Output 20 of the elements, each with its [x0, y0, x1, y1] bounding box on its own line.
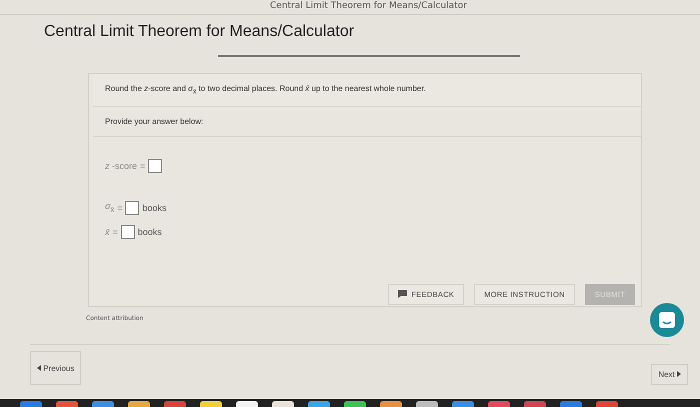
unit-label: books — [142, 202, 166, 213]
breadcrumb[interactable]: Central Limit Theorem for Means/Calculator — [270, 1, 467, 11]
answer-box[interactable] — [120, 224, 135, 239]
previous-button[interactable]: Previous — [30, 351, 82, 385]
answer-box[interactable] — [125, 200, 140, 215]
unit-label: books — [138, 226, 162, 237]
equals-sign: = — [140, 160, 146, 171]
equals-sign: = — [117, 202, 122, 213]
caret-right-icon — [677, 371, 681, 377]
answer-label: x̄ — [105, 226, 110, 237]
chat-icon[interactable] — [650, 303, 684, 337]
answer-label: σ$_{x̄}$ — [105, 201, 114, 214]
next-button[interactable]: Next — [651, 364, 688, 385]
prompt-text: Provide your answer below: — [105, 116, 204, 126]
answer-box[interactable] — [148, 158, 162, 173]
page-title: Central Limit Theorem for Means/Calculator — [44, 23, 356, 41]
caret-left-icon — [37, 364, 41, 370]
instruction-text: Round the z-score and σ$_{x̄}$ to two decimal places. Round x̄ up to the nearest whole number. — [105, 84, 426, 93]
equals-sign: = — [112, 226, 118, 237]
answer-label: z -score — [105, 160, 138, 171]
